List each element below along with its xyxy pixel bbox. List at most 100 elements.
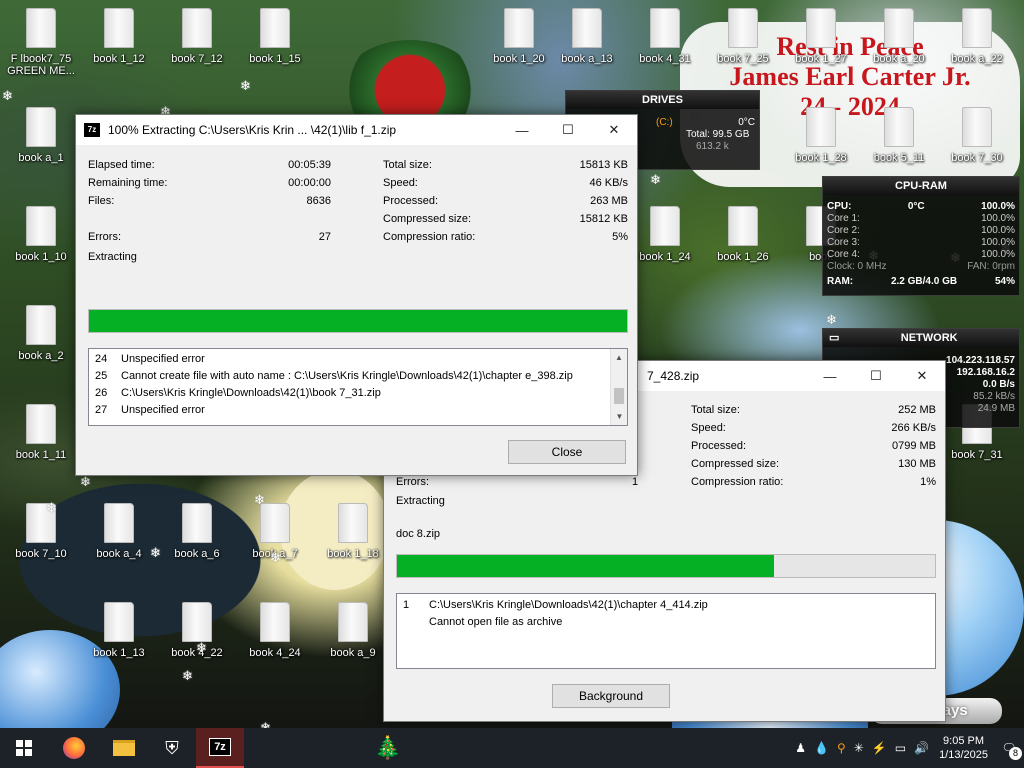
clock[interactable]: 9:05 PM 1/13/2025 [933,734,994,762]
7zip-app-icon: 7z [84,123,100,137]
desktop-icon[interactable]: book 1_15 [236,8,314,78]
desktop-icon[interactable]: book 1_11 [2,404,80,474]
firefox-icon[interactable] [48,728,100,768]
desktop-icon[interactable]: book 7_12 [158,8,236,78]
desktop-icon[interactable]: book a_20 [860,8,938,78]
cpu-gadget-title: CPU-RAM [823,177,1019,195]
scroll-thumb[interactable] [614,388,624,404]
desktop-icon[interactable]: book 7_30 [938,107,1016,177]
desktop-icon[interactable]: book a_6 [158,503,236,573]
water-drop-icon[interactable]: 💧 [810,741,833,755]
desktop-icon[interactable]: book 5_11 [860,107,938,177]
folder-icon [260,503,290,543]
desktop-icon-label: book 1_26 [717,251,769,263]
status-text: Extracting [396,495,445,507]
secondary-window-title: 7_428.zip [647,369,700,383]
desktop-icon[interactable]: book 1_26 [704,206,782,276]
desktop-icon[interactable]: book a_2 [2,305,80,375]
close-icon[interactable]: ✕ [591,115,637,145]
snowflake-icon: ❄ [150,545,161,560]
snowflake-icon: ❄ [46,500,57,515]
stat-value: 252 MB [898,404,936,416]
core-row: Core 3: 100.0% [827,237,1015,248]
close-button[interactable]: Close [508,440,626,464]
folder-icon [26,404,56,444]
file-explorer-icon[interactable] [100,728,148,768]
people-icon[interactable]: ♟ [791,741,810,755]
maximize-icon[interactable]: ☐ [545,115,591,145]
desktop-icon[interactable]: F lbook7_75 GREEN ME... [2,8,80,78]
folder-icon [26,206,56,246]
stat-label: Files: [88,195,115,207]
desktop-icon[interactable]: book 4_31 [626,8,704,78]
stat-label: Speed: [383,177,418,189]
desktop-icon-label: book a_1 [18,152,64,164]
desktop-icon[interactable]: book 1_28 [782,107,860,177]
scroll-down-icon[interactable]: ▼ [611,408,628,425]
stat-value: 46 KB/s [589,177,628,189]
folder-icon [572,8,602,48]
errors-value: 1 [632,476,639,488]
scroll-up-icon[interactable]: ▲ [611,349,627,366]
folder-icon [650,8,680,48]
desktop-icon[interactable]: book a_1 [2,107,80,177]
desktop-icon[interactable]: book 1_10 [2,206,80,276]
cpu-ram-gadget[interactable]: CPU-RAM CPU: 0°C 100.0% Core 1: 100.0% Core… [822,176,1020,296]
status-text: Extracting [88,251,137,263]
desktop-icon[interactable]: book a_9 [314,602,392,672]
drive-total: Total: 99.5 GB [686,129,750,140]
core-row: Core 1: 100.0% [827,213,1015,224]
desktop-icon[interactable]: book 1_12 [80,8,158,78]
background-button[interactable]: Background [552,684,670,708]
stat-value: 15812 KB [579,213,628,225]
security-shield-icon[interactable]: ⛨ [148,728,196,768]
maximize-icon[interactable]: ☐ [853,361,899,391]
folder-icon [338,602,368,642]
desktop-icon[interactable]: book a_13 [548,8,626,78]
errors-label: Errors: [396,476,429,488]
desktop-icon-label: book a_20 [873,53,925,65]
notification-center-icon[interactable]: 🗨 8 [994,741,1024,760]
desktop-icon[interactable]: book 1_18 [314,503,392,573]
snowflake-icon: ❄ [650,172,661,187]
power-tray-icon[interactable]: ⚡ [868,741,891,755]
stat-label: Compression ratio: [691,476,784,488]
desktop-icon[interactable]: book 7_10 [2,503,80,573]
search-magnifier-icon[interactable]: ⚲ [833,741,850,755]
main-progress-bar [88,309,628,333]
desktop-icon[interactable]: book a_22 [938,8,1016,78]
desktop-icon-label: book 1_24 [639,251,691,263]
desktop-icon-label: book 7_31 [951,449,1003,461]
close-icon[interactable]: ✕ [899,361,945,391]
desktop-icon[interactable]: book 1_13 [80,602,158,672]
minimize-icon[interactable]: — [807,361,853,391]
desktop-icon-label: book 1_13 [93,647,145,659]
main-titlebar[interactable]: 7z 100% Extracting C:\Users\Kris Krin ..… [76,115,637,145]
7zip-taskbar-icon[interactable]: 7z [196,728,244,768]
snowflake-icon: ❄ [196,640,207,655]
desktop-icon-label: book 1_28 [795,152,847,164]
desktop-icon[interactable]: book 1_27 [782,8,860,78]
secondary-log-box[interactable]: 1 C:\Users\Kris Kringle\Downloads\42(1)\c… [396,593,936,669]
volume-icon[interactable]: 🔊 [910,741,933,755]
snowflake-tray-icon[interactable]: ✳ [850,741,868,755]
clock-time: 9:05 PM [943,735,985,747]
extract-dialog-main[interactable]: 7z 100% Extracting C:\Users\Kris Krin ..… [75,114,638,476]
folder-icon [962,8,992,48]
desktop-icon-label: book 4_31 [639,53,691,65]
start-windows-icon[interactable] [0,728,48,768]
network-tray-icon[interactable]: ▭ [891,741,910,755]
stat-value: 15813 KB [579,159,628,171]
desktop-icon[interactable]: book 7_25 [704,8,782,78]
desktop-icon-label: book 7_10 [15,548,67,560]
main-log-box[interactable]: 24 Unspecified error 25 Cannot create file… [88,348,628,426]
desktop-icon[interactable]: book 1_20 [480,8,558,78]
desktop-icon[interactable]: book 4_24 [236,602,314,672]
minimize-icon[interactable]: — [499,115,545,145]
desktop-icon[interactable]: book a_4 [80,503,158,573]
desktop-icon[interactable]: book 4_22 [158,602,236,672]
folder-icon [182,602,212,642]
stat-label: Compression ratio: [383,231,476,243]
desktop-icon-label: book 7_12 [171,53,223,65]
log-scrollbar[interactable]: ▲ ▼ [610,349,627,425]
